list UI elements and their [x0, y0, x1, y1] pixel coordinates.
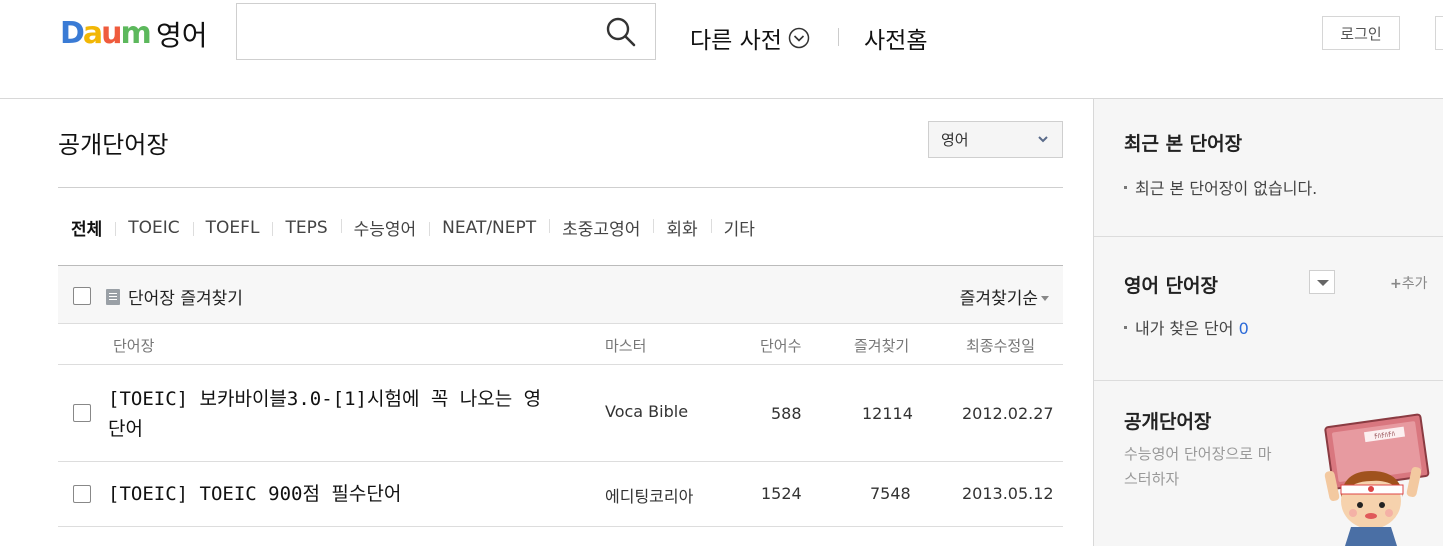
row-word-count: 1524	[761, 484, 802, 503]
login-button[interactable]: 로그인	[1322, 16, 1400, 50]
daum-logo[interactable]: Daum	[60, 15, 152, 51]
tab-toefl[interactable]: TOEFL	[192, 218, 273, 238]
row-checkbox[interactable]	[73, 404, 91, 422]
caret-down-icon	[1041, 295, 1049, 301]
add-favorite-button[interactable]: 단어장 즐겨찾기	[106, 284, 243, 309]
tab-teps[interactable]: TEPS	[272, 218, 340, 238]
tab-suneung[interactable]: 수능영어	[340, 215, 430, 240]
tab-conversation[interactable]: 회화	[653, 215, 710, 240]
table-row: [TOEIC] TOEIC 900점 필수단어 에디팅코리아 1524 7548…	[58, 462, 1063, 527]
promo-subtitle[interactable]: 수능영어 단어장으로 마스터하자	[1124, 442, 1284, 492]
recent-empty-text: 최근 본 단어장이 없습니다.	[1135, 179, 1318, 198]
row-master: Voca Bible	[605, 402, 689, 421]
other-dictionary-menu[interactable]: 다른 사전	[690, 21, 810, 55]
row-favorites: 7548	[870, 484, 911, 503]
service-name[interactable]: 영어	[156, 14, 208, 54]
row-updated: 2012.02.27	[962, 404, 1054, 423]
language-select-value: 영어	[941, 131, 969, 149]
sort-dropdown[interactable]: 즐겨찾기순	[960, 284, 1049, 309]
recent-wordbooks-section: 최근 본 단어장 최근 본 단어장이 없습니다.	[1094, 99, 1443, 237]
my-wordbook-section: 영어 단어장 +추가 내가 찾은 단어 0	[1094, 237, 1443, 381]
row-master: 에디팅코리아	[605, 487, 694, 506]
wordbook-icon	[106, 288, 120, 305]
header: Daum 영어 다른 사전 사전홈 로그인	[0, 0, 1443, 99]
table-header: 단어장 마스터 단어수 즐겨찾기 최종수정일	[58, 325, 1063, 365]
add-label: 추가	[1401, 276, 1428, 292]
dictionary-home-link[interactable]: 사전홈	[864, 21, 927, 55]
my-wordbook-title[interactable]: 영어 단어장	[1124, 271, 1218, 298]
column-updated: 최종수정일	[966, 337, 1036, 355]
language-select[interactable]: 영어	[928, 121, 1063, 158]
tab-etc[interactable]: 기타	[710, 215, 768, 240]
add-wordbook-button[interactable]: +추가	[1390, 273, 1428, 293]
bullet-icon	[1124, 186, 1127, 189]
chevron-down-circle-icon	[788, 27, 810, 49]
chevron-down-icon	[1038, 136, 1048, 143]
sidebar: 최근 본 단어장 최근 본 단어장이 없습니다. 영어 단어장 +추가 내가 찾…	[1093, 99, 1443, 546]
row-favorites: 12114	[862, 404, 913, 423]
other-dictionary-label: 다른 사전	[690, 28, 782, 54]
column-word-count: 단어수	[760, 337, 802, 355]
list-toolbar: 단어장 즐겨찾기 즐겨찾기순	[58, 265, 1063, 324]
my-words-item[interactable]: 내가 찾은 단어 0	[1124, 315, 1249, 339]
page-title: 공개단어장	[58, 131, 169, 159]
recent-wordbooks-title: 최근 본 단어장	[1124, 133, 1243, 155]
tab-toeic[interactable]: TOEIC	[115, 218, 192, 238]
tab-school-english[interactable]: 초중고영어	[549, 215, 653, 240]
logo-wordmark: Daum	[60, 15, 152, 51]
wordbook-title-link[interactable]: [TOEIC] 보카바이블3.0-[1]시험에 꼭 나오는 영단어	[108, 384, 548, 444]
column-title: 단어장	[113, 337, 155, 355]
my-words-label: 내가 찾은 단어	[1135, 319, 1234, 338]
recent-wordbooks-empty: 최근 본 단어장이 없습니다.	[1124, 175, 1317, 199]
search-input[interactable]	[249, 16, 599, 48]
main-content: 공개단어장 영어 전체 TOEIC TOEFL TEPS 수능영어 NEAT/N…	[58, 99, 1063, 546]
column-master: 마스터	[605, 337, 647, 355]
table-row: [TOEIC] 보카바이블3.0-[1]시험에 꼭 나오는 영단어 Voca B…	[58, 365, 1063, 462]
promo-title[interactable]: 공개단어장	[1124, 407, 1211, 434]
bullet-icon	[1124, 326, 1127, 329]
promo-character-illustration[interactable]: ﾁﾊﾁﾊﾁﾊ	[1309, 413, 1439, 546]
row-checkbox[interactable]	[73, 485, 91, 503]
my-wordbook-dropdown[interactable]	[1309, 270, 1335, 294]
tab-neat-nept[interactable]: NEAT/NEPT	[429, 218, 549, 238]
sort-label: 즐겨찾기순	[959, 289, 1038, 309]
add-favorite-label: 단어장 즐겨찾기	[128, 289, 243, 309]
search-box	[236, 3, 656, 60]
title-divider	[58, 187, 1063, 188]
select-all-checkbox[interactable]	[73, 287, 91, 305]
header-edge-button[interactable]	[1435, 16, 1443, 50]
header-divider	[838, 28, 839, 46]
tab-all[interactable]: 전체	[71, 215, 115, 240]
category-tabs: 전체 TOEIC TOEFL TEPS 수능영어 NEAT/NEPT 초중고영어…	[71, 215, 768, 241]
row-word-count: 588	[771, 404, 802, 423]
plus-icon: +	[1390, 276, 1402, 292]
wordbook-title-link[interactable]: [TOEIC] TOEIC 900점 필수단어	[108, 479, 548, 509]
search-icon[interactable]	[605, 16, 637, 48]
row-updated: 2013.05.12	[962, 484, 1054, 503]
my-words-count: 0	[1238, 319, 1249, 338]
column-favorites: 즐겨찾기	[854, 337, 910, 355]
